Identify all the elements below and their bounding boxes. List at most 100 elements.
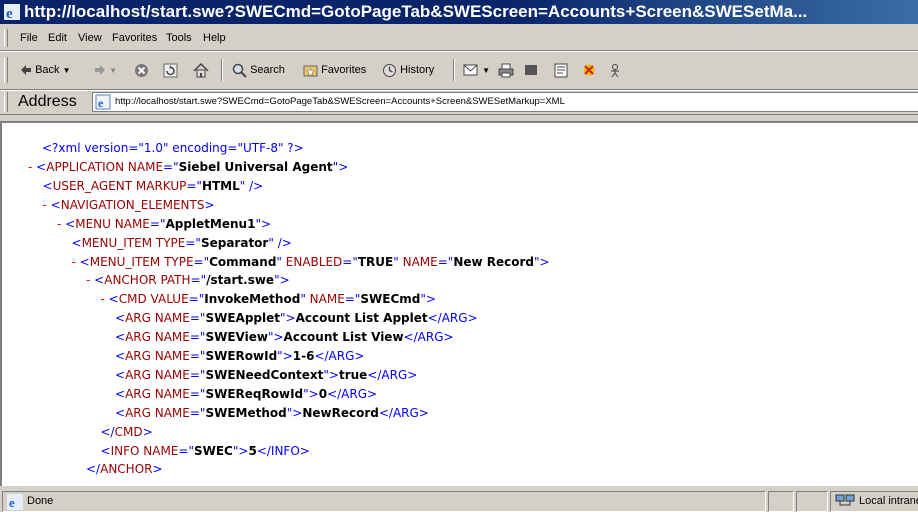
mail-button[interactable]: ▼ xyxy=(463,61,490,79)
print-button[interactable] xyxy=(498,61,514,79)
forward-arrow-icon xyxy=(95,65,105,76)
xml-close-bracket: > xyxy=(425,292,436,307)
xml-close-bracket: > xyxy=(338,160,349,174)
xml-tag-name: ARG xyxy=(125,386,151,401)
xml-attr-value: InvokeMethod xyxy=(204,292,301,307)
xml-open-bracket: < xyxy=(115,349,126,363)
xml-end-tag: </ARG> xyxy=(314,349,365,363)
messenger-button[interactable] xyxy=(582,61,596,79)
xml-tag-name: INFO xyxy=(110,443,140,458)
window-title-bar[interactable]: e http://localhost/start.swe?SWECmd=Goto… xyxy=(0,0,918,24)
xml-attr-value: AppletMenu1 xyxy=(165,216,256,231)
xml-close-bracket: > xyxy=(308,386,319,401)
xml-tag-name: CMD xyxy=(114,424,143,439)
discuss-button[interactable] xyxy=(554,61,568,79)
address-grip xyxy=(4,92,8,112)
xml-attr-name: ENABLED xyxy=(285,254,343,269)
xml-attr-eq: =" xyxy=(185,235,201,250)
favorites-button[interactable]: Favorites xyxy=(303,61,366,79)
xml-line[interactable]: - <ANCHOR PATH="/start.swe"> xyxy=(86,271,290,290)
search-button[interactable]: Search xyxy=(232,61,285,79)
history-button[interactable]: History xyxy=(382,61,434,79)
security-zone-label: Local intranet xyxy=(859,495,918,507)
menu-file[interactable]: File xyxy=(20,26,38,50)
status-text: Done xyxy=(27,495,54,507)
xml-attr-eq: =" xyxy=(149,216,166,231)
xml-line[interactable]: - <NAVIGATION_ELEMENTS> xyxy=(43,196,215,215)
xml-line[interactable]: - <MENU_ITEM TYPE="Command" ENABLED="TRU… xyxy=(72,253,550,272)
xml-tag-name: CMD xyxy=(118,292,147,307)
xml-attr-name: TYPE xyxy=(164,254,194,269)
xml-tag-name: ARG xyxy=(125,367,151,382)
xml-attr-value: SWENeedContext xyxy=(205,367,324,382)
xml-attr-eq: =" xyxy=(188,292,205,307)
xml-attr-name: NAME xyxy=(154,311,190,326)
refresh-button[interactable] xyxy=(163,61,178,79)
stop-button[interactable] xyxy=(134,61,149,79)
xml-line[interactable]: - <APPLICATION NAME="Siebel Universal Ag… xyxy=(28,158,348,177)
xml-line[interactable]: - <CMD VALUE="InvokeMethod" NAME="SWECmd… xyxy=(101,290,436,309)
xml-close-bracket: /> xyxy=(245,178,264,193)
xml-attr-value: SWEReqRowId xyxy=(205,386,304,401)
back-dropdown-icon[interactable]: ▼ xyxy=(63,66,71,75)
xml-content-area[interactable]: <?xml version="1.0" encoding="UTF-8" ?> … xyxy=(0,121,918,486)
xml-line: </CMD> xyxy=(101,423,153,442)
xml-attr-eq: =" xyxy=(189,311,206,326)
edit-icon xyxy=(525,65,537,76)
xml-close-bracket: > xyxy=(273,330,284,345)
xml-text-content: Account List View xyxy=(283,330,404,345)
menu-edit[interactable]: Edit xyxy=(48,26,67,50)
ie-logo-icon: e xyxy=(4,4,20,20)
xml-attr-name: NAME xyxy=(402,254,438,269)
xml-attr-name: NAME xyxy=(154,405,190,420)
xml-line: <INFO NAME="SWEC">5</INFO> xyxy=(101,442,310,461)
status-text-panel: e Done xyxy=(2,491,766,512)
address-bar: Address e http://localhost/start.swe?SWE… xyxy=(0,90,918,115)
forward-dropdown-icon[interactable]: ▼ xyxy=(109,66,117,75)
toolbar-grip xyxy=(4,57,8,83)
menu-bar: File Edit View Favorites Tools Help xyxy=(0,26,918,51)
xml-attr-value: /start.swe xyxy=(206,273,275,288)
forward-button[interactable]: ▼ xyxy=(94,61,117,79)
toolbar-separator xyxy=(221,59,223,81)
xml-tag-name: ARG xyxy=(125,330,151,345)
xml-tag-name: USER_AGENT xyxy=(52,178,133,193)
mail-dropdown-icon[interactable]: ▼ xyxy=(482,66,490,75)
xml-end-tag: </ARG> xyxy=(327,386,378,401)
refresh-icon xyxy=(163,63,178,78)
menu-favorites[interactable]: Favorites xyxy=(112,26,157,50)
home-button[interactable] xyxy=(193,61,209,79)
xml-end-tag: </ARG> xyxy=(367,367,418,382)
xml-open-bracket: </ xyxy=(86,462,101,477)
xml-text-content: NewRecord xyxy=(302,405,379,420)
xml-close-bracket: > xyxy=(328,367,339,382)
edit-button[interactable] xyxy=(524,61,538,79)
xml-close-bracket: > xyxy=(282,349,293,363)
xml-open-bracket: < xyxy=(65,216,76,231)
history-icon xyxy=(383,63,396,77)
xml-open-bracket: < xyxy=(42,178,53,193)
menu-help[interactable]: Help xyxy=(203,26,226,50)
xml-line: <ARG NAME="SWERowId">1-6</ARG> xyxy=(115,347,364,366)
messenger-icon xyxy=(583,64,595,76)
back-button[interactable]: Back ▼ xyxy=(20,61,71,79)
related-button[interactable] xyxy=(608,61,622,79)
xml-attr-quote: " xyxy=(393,254,399,269)
xml-attr-value: New Record xyxy=(453,254,535,269)
xml-text-content: 1-6 xyxy=(292,349,315,363)
xml-attr-eq: =" xyxy=(342,254,358,269)
xml-open-bracket: < xyxy=(115,386,126,401)
menu-view[interactable]: View xyxy=(78,26,102,50)
xml-close-bracket: > xyxy=(238,443,249,458)
search-icon xyxy=(232,63,247,78)
menu-tools[interactable]: Tools xyxy=(166,26,192,50)
address-url: http://localhost/start.swe?SWECmd=GotoPa… xyxy=(115,96,565,107)
xml-tag-name: ANCHOR xyxy=(100,462,153,477)
person-icon xyxy=(611,63,619,77)
address-input[interactable]: e http://localhost/start.swe?SWECmd=Goto… xyxy=(92,92,918,112)
xml-open-bracket: < xyxy=(100,443,111,458)
stop-icon xyxy=(135,63,148,77)
xml-line[interactable]: - <MENU NAME="AppletMenu1"> xyxy=(57,215,271,234)
xml-attr-eq: =" xyxy=(189,349,206,363)
xml-attr-name: MARKUP xyxy=(135,178,187,193)
